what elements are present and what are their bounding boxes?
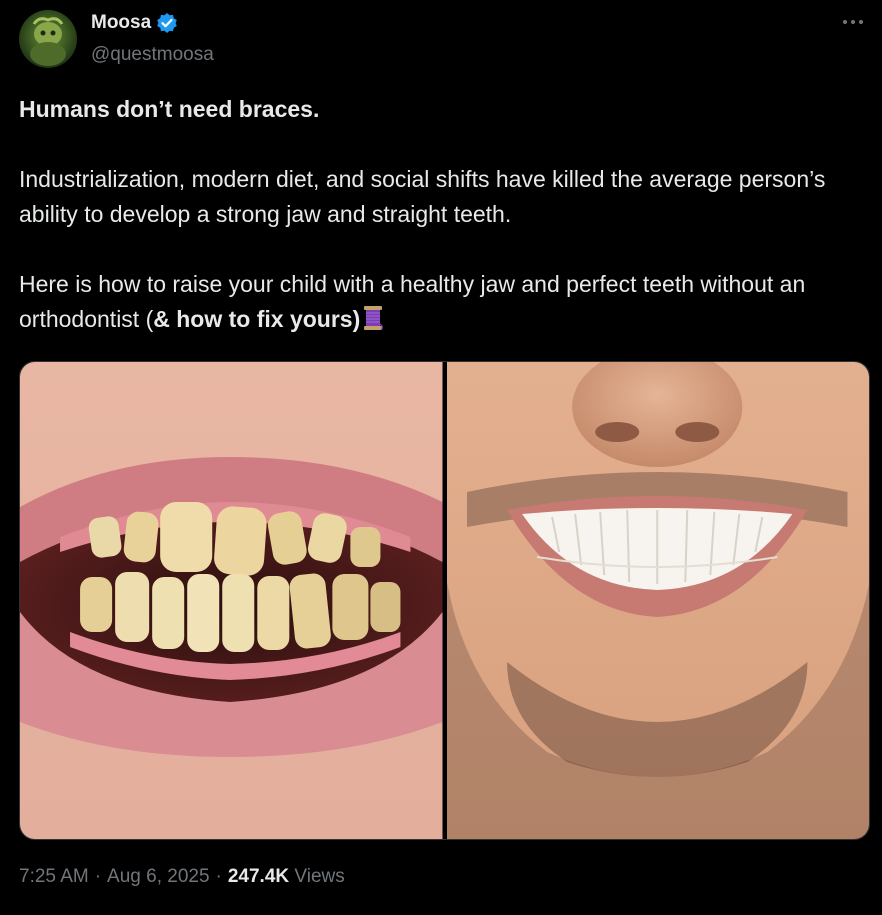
tweet-text: Humans don’t need braces. Industrializat…	[19, 92, 849, 341]
tweet-paragraph-2: Here is how to raise your child with a h…	[19, 267, 849, 341]
tweet-date[interactable]: Aug 6, 2025	[107, 866, 209, 888]
tweet-time[interactable]: 7:25 AM	[19, 866, 89, 888]
straight-teeth-smile-photo-icon	[446, 362, 869, 839]
tweet-paragraph-2-text: Here is how to raise your child with a h…	[19, 271, 806, 332]
verified-badge-icon	[156, 12, 178, 34]
tweet-headline: Humans don’t need braces.	[19, 96, 320, 122]
views: 247.4K Views	[228, 866, 345, 888]
views-count: 247.4K	[227, 866, 290, 887]
ellipsis-icon	[843, 20, 863, 24]
thread-spool-emoji-icon	[362, 305, 384, 341]
green-creature-avatar-icon	[19, 10, 77, 68]
tweet-paragraph-1: Industrialization, modern diet, and soci…	[19, 166, 826, 227]
author-name-row: Moosa	[91, 12, 178, 34]
tweet-meta: 7:25 AM · Aug 6, 2025 · 247.4K Views	[19, 866, 345, 888]
media-image-crooked-teeth[interactable]	[20, 362, 443, 839]
crooked-teeth-photo-icon	[20, 362, 443, 839]
author-handle[interactable]: @questmoosa	[91, 44, 214, 66]
author-display-name[interactable]: Moosa	[91, 12, 151, 34]
tweet-media-grid	[19, 361, 870, 840]
meta-separator: ·	[94, 866, 102, 887]
author-avatar[interactable]	[19, 10, 77, 68]
more-options-button[interactable]	[838, 10, 868, 34]
tweet-paragraph-2-bold: & how to fix yours)	[153, 306, 361, 332]
views-label: Views	[294, 866, 345, 887]
media-image-straight-smile[interactable]	[446, 362, 869, 839]
meta-separator: ·	[215, 866, 222, 887]
